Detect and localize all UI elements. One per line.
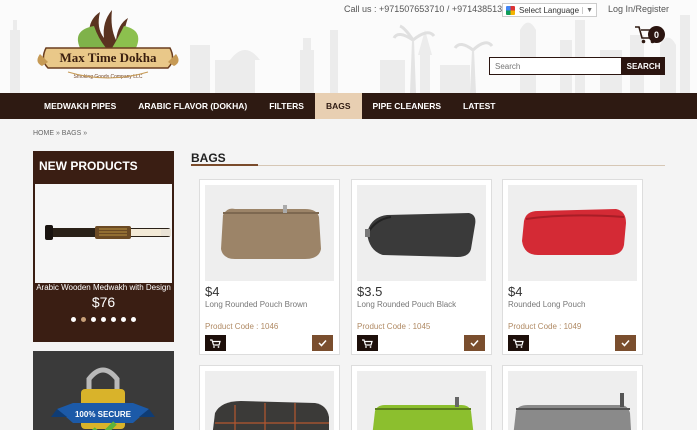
new-products-title: NEW PRODUCTS — [39, 159, 138, 173]
carousel-dot-active[interactable] — [81, 317, 86, 322]
product-image[interactable] — [205, 185, 334, 281]
max-time-dokha-logo[interactable]: Max Time Dokha Smoking Goods Company LLC — [32, 4, 184, 90]
product-card[interactable] — [502, 365, 643, 430]
product-card[interactable]: $4 Rounded Long Pouch Product Code : 104… — [502, 179, 643, 355]
product-image[interactable] — [357, 371, 486, 430]
breadcrumb-home[interactable]: HOME » — [33, 130, 60, 137]
add-to-cart-button[interactable] — [357, 335, 378, 351]
nav-item-arabic-flavor[interactable]: ARABIC FLAVOR (DOKHA) — [127, 93, 258, 119]
product-image[interactable] — [508, 371, 637, 430]
compare-check-button[interactable] — [615, 335, 636, 351]
grey-pouch-image — [513, 393, 632, 430]
call-us-text: Call us : +971507653710 / +97143851314 — [344, 4, 513, 14]
nav-item-bags[interactable]: BAGS — [314, 93, 362, 119]
carousel-dot[interactable] — [101, 317, 106, 322]
section-divider — [191, 165, 665, 166]
product-image[interactable] — [508, 185, 637, 281]
add-to-cart-button[interactable] — [508, 335, 529, 351]
cart-icon — [210, 338, 221, 348]
check-icon — [470, 339, 479, 347]
product-name[interactable]: Long Rounded Pouch Black — [357, 300, 456, 309]
main-navigation: MEDWAKH PIPES ARABIC FLAVOR (DOKHA) FILT… — [0, 93, 697, 119]
carousel-dot[interactable] — [91, 317, 96, 322]
product-code: Product Code : 1045 — [357, 322, 431, 331]
nav-item-filters[interactable]: FILTERS — [258, 93, 315, 119]
nav-item-pipe-cleaners[interactable]: PIPE CLEANERS — [362, 93, 453, 119]
nav-item-medwakh-pipes[interactable]: MEDWAKH PIPES — [33, 93, 127, 119]
language-selector[interactable]: Select Language ▼ — [502, 3, 597, 17]
padlock-secure-icon: 100% SECURE — [33, 351, 174, 430]
dark-pouch-image — [212, 401, 329, 430]
page-title: BAGS — [191, 151, 226, 165]
product-price: $4 — [508, 284, 523, 299]
cart-count-badge: 0 — [648, 26, 665, 43]
search-button[interactable]: SEARCH — [622, 57, 665, 75]
product-card[interactable] — [199, 365, 340, 430]
product-code: Product Code : 1049 — [508, 322, 582, 331]
secure-badge-text: 100% SECURE — [75, 410, 132, 419]
cart-icon — [513, 338, 524, 348]
product-name[interactable]: Long Rounded Pouch Brown — [205, 300, 307, 309]
site-header: Max Time Dokha Smoking Goods Company LLC… — [0, 0, 697, 93]
login-register-link[interactable]: Log In/Register — [608, 4, 669, 14]
logo-tagline-text: Smoking Goods Company LLC — [74, 74, 143, 80]
product-name[interactable]: Rounded Long Pouch — [508, 300, 585, 309]
search-input[interactable] — [489, 57, 622, 75]
product-image[interactable] — [357, 185, 486, 281]
add-to-cart-button[interactable] — [205, 335, 226, 351]
breadcrumb: HOME » BAGS » — [33, 130, 87, 137]
carousel-dots — [33, 317, 174, 322]
secure-badge-widget: 100% SECURE — [33, 351, 174, 430]
carousel-dot[interactable] — [111, 317, 116, 322]
carousel-dot[interactable] — [131, 317, 136, 322]
check-icon — [621, 339, 630, 347]
product-card[interactable]: $4 Long Rounded Pouch Brown Product Code… — [199, 179, 340, 355]
compare-check-button[interactable] — [312, 335, 333, 351]
black-pouch-image — [365, 213, 476, 257]
cart-icon — [362, 338, 373, 348]
product-image[interactable] — [205, 371, 334, 430]
product-price: $3.5 — [357, 284, 383, 299]
featured-product-price: $76 — [91, 294, 116, 310]
carousel-dot[interactable] — [121, 317, 126, 322]
new-products-widget: NEW PRODUCTS Arabic Wooden Medwakh with … — [33, 151, 174, 342]
breadcrumb-current[interactable]: BAGS » — [62, 130, 87, 137]
section-divider-accent — [191, 164, 258, 166]
nav-item-latest[interactable]: LATEST — [452, 93, 506, 119]
red-pouch-image — [522, 209, 626, 255]
product-card[interactable]: $3.5 Long Rounded Pouch Black Product Co… — [351, 179, 492, 355]
carousel-dot[interactable] — [71, 317, 76, 322]
product-card[interactable] — [351, 365, 492, 430]
medwakh-pipe-image — [45, 225, 171, 240]
green-pouch-image — [372, 397, 474, 430]
google-translate-icon — [506, 5, 515, 15]
language-selector-label: Select Language — [519, 5, 580, 15]
product-price: $4 — [205, 284, 220, 299]
brown-pouch-image — [221, 205, 321, 259]
check-icon — [318, 339, 327, 347]
chevron-down-icon: ▼ — [582, 6, 593, 14]
featured-product-image[interactable] — [35, 184, 172, 283]
product-code: Product Code : 1046 — [205, 322, 279, 331]
logo-brand-text: Max Time Dokha — [59, 50, 157, 65]
featured-product-name[interactable]: Arabic Wooden Medwakh with Design — [33, 283, 174, 292]
compare-check-button[interactable] — [464, 335, 485, 351]
